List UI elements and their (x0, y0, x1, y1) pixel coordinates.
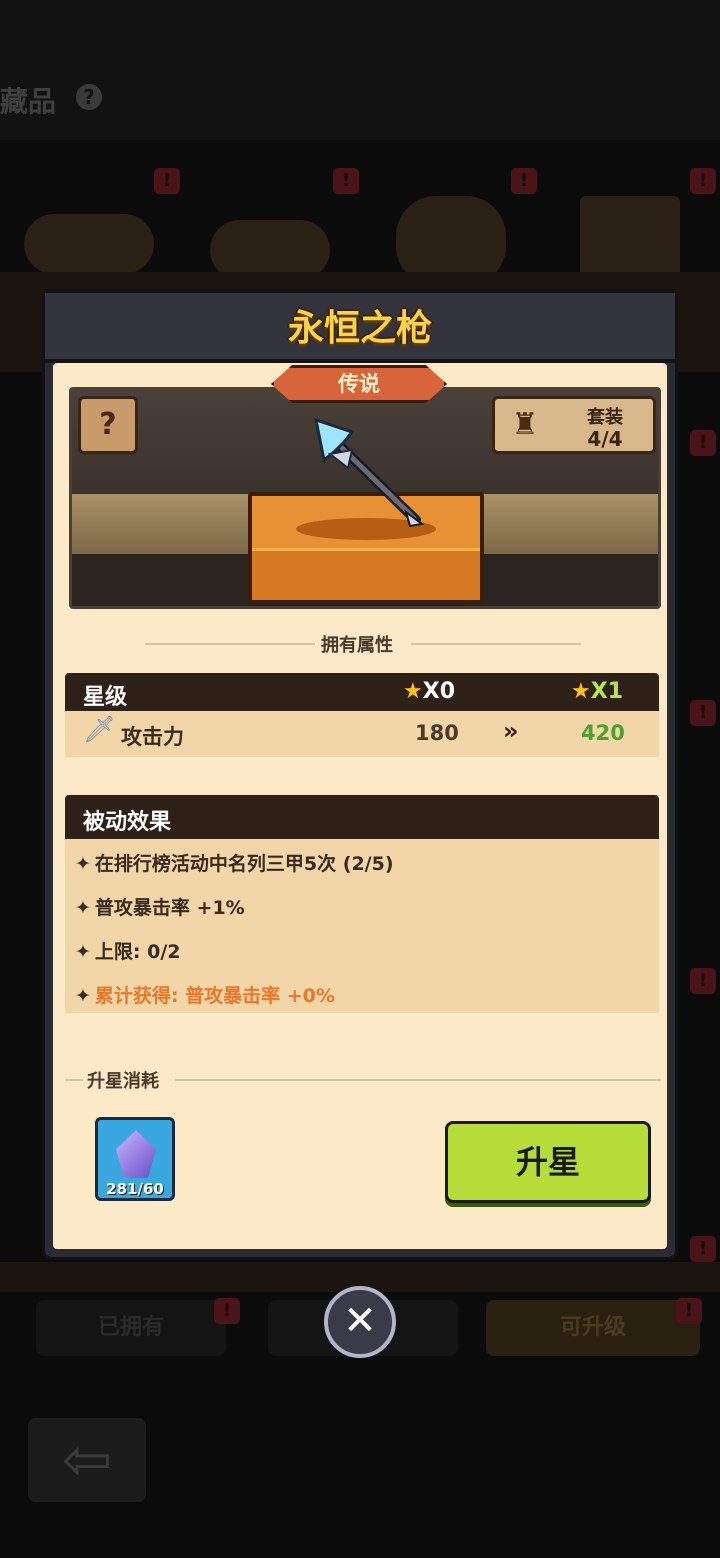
spear-icon (314, 417, 425, 528)
detail-panel: ? ♜ 套装 4/4 传说 拥有属性 星级 ★X0 ★X1 🗡 攻击力 180 … (53, 363, 667, 1249)
passive-text: 在排行榜活动中名列三甲5次 (2/5) (94, 853, 394, 875)
stat-header: 星级 ★X0 ★X1 (65, 673, 659, 711)
owned-attributes-label: 拥有属性 (321, 635, 393, 656)
passive-title: 被动效果 (83, 810, 172, 835)
star-icon: ★ (571, 679, 591, 704)
passive-list: ✦ 在排行榜活动中名列三甲5次 (2/5) ✦ 普攻暴击率 +1% ✦ 上限: 0/2… (65, 839, 659, 1013)
back-arrow-icon[interactable]: ⇦ (28, 1418, 146, 1502)
stat-next-value: 420 (581, 721, 625, 745)
alert-icon: ! (154, 168, 180, 194)
next-star-level: ★X1 (571, 679, 623, 704)
sword-icon: 🗡 (83, 715, 117, 745)
set-label: 套装 (587, 407, 623, 428)
alert-icon: ! (333, 168, 359, 194)
alert-icon: ! (690, 430, 716, 456)
tab-upgradable[interactable]: 可升级 (486, 1300, 700, 1356)
material-slot[interactable]: 281/60 (95, 1117, 175, 1201)
stat-name: 攻击力 (121, 725, 184, 749)
alert-icon: ! (214, 1298, 240, 1324)
alert-icon: ! (690, 1236, 716, 1262)
double-chevron-icon: » (503, 717, 519, 745)
passive-text: 普攻暴击率 +1% (94, 897, 245, 919)
divider-line (145, 643, 315, 645)
sparkle-icon: ✦ (75, 897, 91, 919)
material-count: 281/60 (106, 1180, 164, 1198)
trophy-icon: ♜ (511, 407, 539, 442)
upgrade-cost-label: 升星消耗 (87, 1071, 159, 1092)
item-detail-modal: 永恒之枪 ? ♜ 套装 4/4 传说 拥有属性 星级 ★X0 ★X1 🗡 攻击力… (42, 290, 678, 1260)
stat-current-value: 180 (415, 721, 459, 745)
modal-header: 永恒之枪 (45, 293, 675, 363)
upgrade-star-button[interactable]: 升星 (445, 1121, 651, 1203)
help-icon[interactable]: ? (76, 84, 102, 110)
item-title: 永恒之枪 (287, 308, 432, 349)
stat-row: 🗡 攻击力 180 » 420 (65, 711, 659, 757)
alert-icon: ! (690, 700, 716, 726)
set-info[interactable]: ♜ 套装 4/4 (492, 396, 656, 454)
background-title: 藏品 (0, 85, 57, 118)
alert-icon: ! (690, 168, 716, 194)
current-star-level: ★X0 (403, 679, 455, 704)
sparkle-icon: ✦ (75, 853, 91, 875)
sparkle-icon: ✦ (75, 985, 91, 1007)
alert-icon: ! (511, 168, 537, 194)
divider-line (175, 1079, 661, 1081)
book-icon[interactable]: ? (78, 396, 138, 454)
set-count: 4/4 (587, 427, 623, 451)
passive-text: 累计获得: 普攻暴击率 +0% (94, 985, 335, 1007)
list-item: ✦ 累计获得: 普攻暴击率 +0% (75, 981, 335, 1008)
star-level-label: 星级 (83, 685, 128, 710)
rarity-badge: 传说 (271, 365, 447, 403)
close-icon[interactable]: ✕ (324, 1286, 396, 1358)
divider-line (411, 643, 581, 645)
current-star-value: X0 (422, 679, 456, 704)
wing-icon (210, 220, 330, 280)
tab-owned[interactable]: 已拥有 (36, 1300, 226, 1356)
list-item: ✦ 上限: 0/2 (75, 937, 181, 964)
list-item: ✦ 普攻暴击率 +1% (75, 893, 245, 920)
alert-icon: ! (676, 1298, 702, 1324)
alert-icon: ! (690, 968, 716, 994)
divider-line (65, 1079, 83, 1081)
star-icon: ★ (403, 679, 423, 704)
lamp-icon (24, 214, 154, 274)
item-showcase: ? ♜ 套装 4/4 (69, 387, 661, 609)
passive-text: 上限: 0/2 (94, 941, 181, 963)
background-header (0, 0, 720, 140)
passive-header: 被动效果 (65, 795, 659, 839)
list-item: ✦ 在排行榜活动中名列三甲5次 (2/5) (75, 849, 394, 876)
gem-icon (116, 1130, 156, 1178)
sparkle-icon: ✦ (75, 941, 91, 963)
next-star-value: X1 (590, 679, 624, 704)
